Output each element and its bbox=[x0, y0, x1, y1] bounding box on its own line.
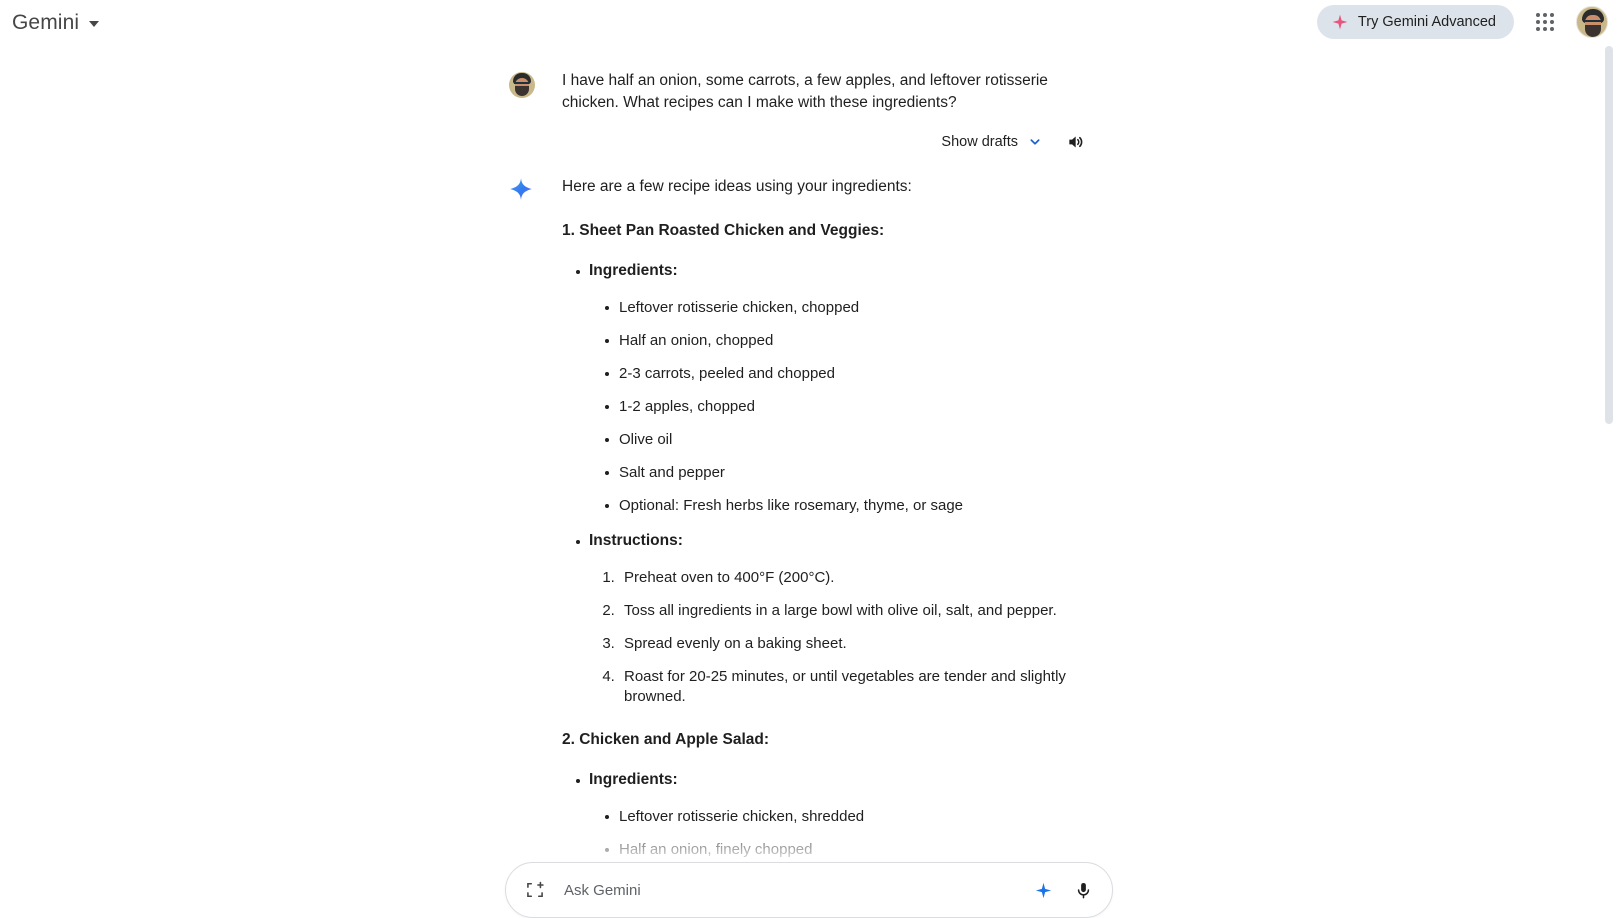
add-image-icon[interactable] bbox=[524, 879, 546, 901]
assistant-message-body: Here are a few recipe ideas using your i… bbox=[562, 176, 1109, 910]
list-item: 2-3 carrots, peeled and chopped bbox=[605, 364, 1109, 384]
list-item: Spread evenly on a baking sheet. bbox=[619, 634, 1109, 654]
apps-dot bbox=[1550, 13, 1554, 17]
list-item: Leftover rotisserie chicken, chopped bbox=[605, 298, 1109, 318]
list-item: Leftover rotisserie chicken, shredded bbox=[605, 807, 1109, 827]
apps-dot bbox=[1543, 27, 1547, 31]
list-item: 1-2 apples, chopped bbox=[605, 397, 1109, 417]
recipe-title: 2. Chicken and Apple Salad: bbox=[562, 731, 1109, 749]
list-item: Optional: Fresh herbs like rosemary, thy… bbox=[605, 496, 1109, 516]
list-item: Olive oil bbox=[605, 430, 1109, 450]
instructions-label: Instructions: bbox=[589, 532, 683, 549]
avatar-beard bbox=[515, 86, 529, 96]
ingredients-heading: Ingredients: Leftover rotisserie chicken… bbox=[576, 262, 1109, 516]
show-drafts-label: Show drafts bbox=[941, 134, 1018, 150]
conversation-thread: I have half an onion, some carrots, a fe… bbox=[509, 44, 1109, 910]
ingredients-label: Ingredients: bbox=[589, 262, 678, 279]
draft-controls: Show drafts bbox=[509, 131, 1109, 153]
list-item: Toss all ingredients in a large bowl wit… bbox=[619, 601, 1109, 621]
user-message-text: I have half an onion, some carrots, a fe… bbox=[562, 70, 1107, 113]
list-item: Half an onion, finely chopped bbox=[605, 840, 1109, 860]
list-item: Roast for 20-25 minutes, or until vegeta… bbox=[619, 667, 1109, 707]
apps-dot bbox=[1550, 20, 1554, 24]
composer-actions bbox=[1032, 879, 1094, 901]
instructions-heading: Instructions: Preheat oven to 400°F (200… bbox=[576, 532, 1109, 707]
apps-dot bbox=[1536, 20, 1540, 24]
apps-dot bbox=[1550, 27, 1554, 31]
user-avatar bbox=[509, 72, 535, 98]
volume-speaker-icon[interactable] bbox=[1065, 131, 1087, 153]
show-drafts-button[interactable]: Show drafts bbox=[941, 134, 1043, 150]
try-gemini-advanced-label: Try Gemini Advanced bbox=[1358, 14, 1496, 30]
gemini-brand-label: Gemini bbox=[12, 12, 79, 33]
assistant-intro-text: Here are a few recipe ideas using your i… bbox=[562, 176, 1109, 198]
microphone-icon[interactable] bbox=[1072, 879, 1094, 901]
recipe-section-list: Ingredients: Leftover rotisserie chicken… bbox=[562, 262, 1109, 707]
apps-dot bbox=[1543, 13, 1547, 17]
avatar-beard bbox=[1585, 25, 1601, 37]
top-bar-right-actions: Try Gemini Advanced bbox=[1317, 0, 1608, 44]
apps-dot bbox=[1543, 20, 1547, 24]
try-gemini-advanced-button[interactable]: Try Gemini Advanced bbox=[1317, 5, 1514, 39]
recipe-title: 1. Sheet Pan Roasted Chicken and Veggies… bbox=[562, 222, 1109, 240]
assistant-message-row: Here are a few recipe ideas using your i… bbox=[509, 176, 1109, 910]
account-avatar[interactable] bbox=[1576, 6, 1608, 38]
instructions-list: Preheat oven to 400°F (200°C). Toss all … bbox=[589, 568, 1109, 707]
ingredients-label: Ingredients: bbox=[589, 771, 678, 788]
chevron-down-icon bbox=[1027, 134, 1043, 150]
apps-dot bbox=[1536, 27, 1540, 31]
list-item: Half an onion, chopped bbox=[605, 331, 1109, 351]
gemini-brand-menu[interactable]: Gemini bbox=[12, 12, 99, 33]
avatar-glasses bbox=[1584, 20, 1602, 25]
list-item: Preheat oven to 400°F (200°C). bbox=[619, 568, 1109, 588]
user-message-row: I have half an onion, some carrots, a fe… bbox=[509, 70, 1109, 113]
gemini-sparkle-icon bbox=[509, 177, 535, 206]
page-scrollbar-track[interactable] bbox=[1603, 46, 1615, 908]
apps-dot bbox=[1536, 13, 1540, 17]
conversation-scroll-area[interactable]: I have half an onion, some carrots, a fe… bbox=[0, 44, 1618, 910]
top-app-bar: Gemini Try Gemini Advanced bbox=[0, 0, 1618, 44]
sparkle-icon bbox=[1332, 14, 1348, 30]
list-item: Salt and pepper bbox=[605, 463, 1109, 483]
ask-gemini-input[interactable] bbox=[562, 881, 1022, 900]
chevron-down-icon bbox=[89, 21, 99, 27]
avatar-glasses bbox=[514, 82, 529, 86]
ingredients-list: Leftover rotisserie chicken, chopped Hal… bbox=[589, 298, 1109, 516]
page-scrollbar-thumb[interactable] bbox=[1605, 46, 1613, 424]
sparkle-icon[interactable] bbox=[1032, 879, 1054, 901]
google-apps-grid-icon[interactable] bbox=[1528, 5, 1562, 39]
